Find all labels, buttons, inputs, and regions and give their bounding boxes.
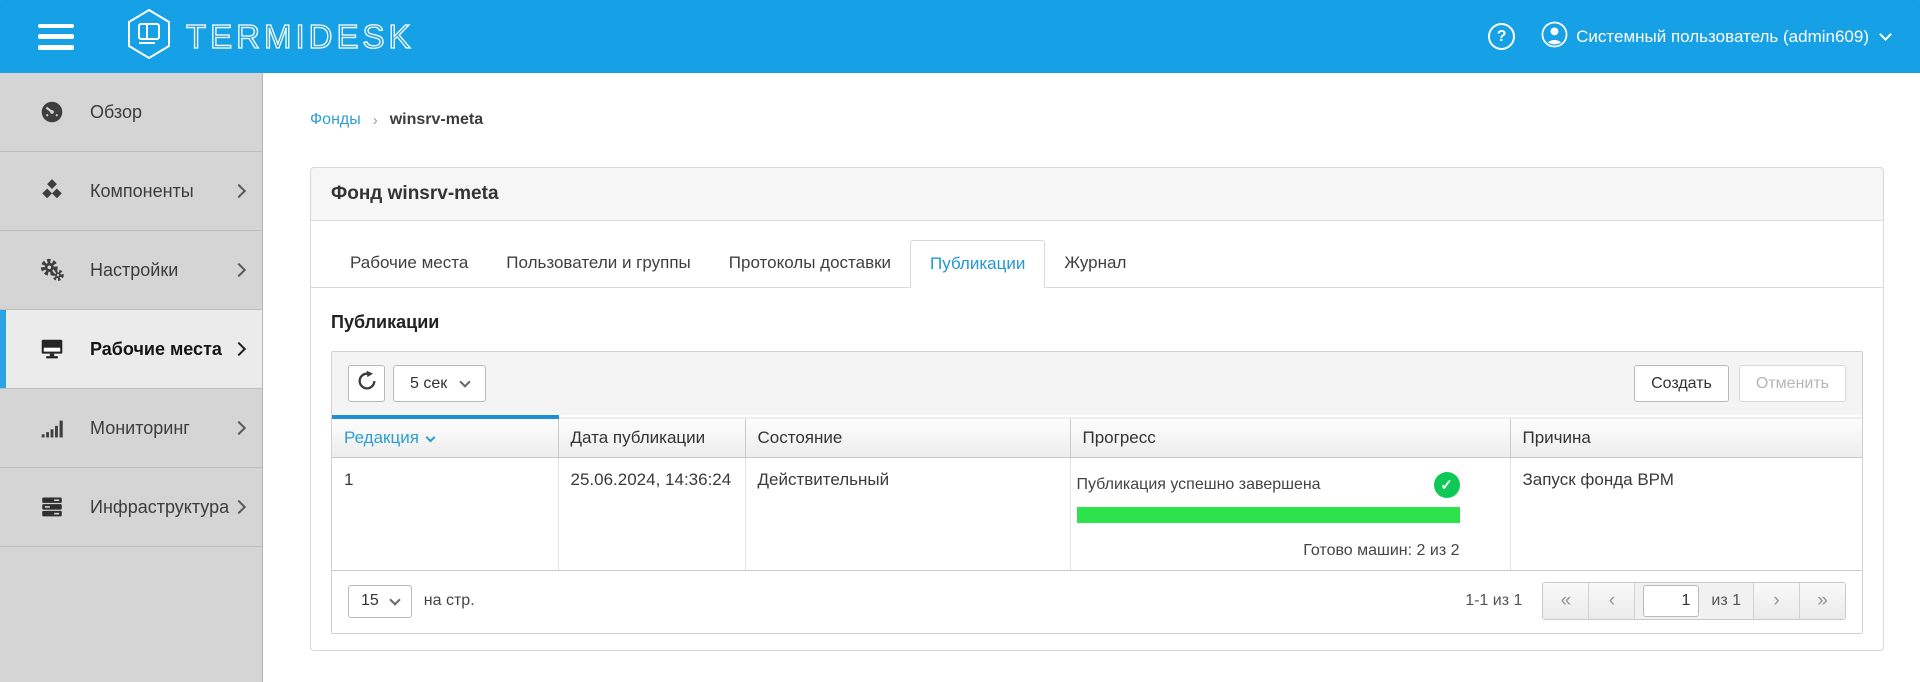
column-header-reason[interactable]: Причина bbox=[1510, 417, 1862, 458]
sidebar-item-infrastructure[interactable]: Инфраструктура bbox=[0, 468, 262, 547]
breadcrumb-link-funds[interactable]: Фонды bbox=[310, 111, 361, 129]
section-title: Публикации bbox=[331, 312, 1863, 333]
table-footer: 15 на стр. 1-1 из 1 « ‹ из 1 bbox=[332, 571, 1862, 633]
tab-delivery-protocols[interactable]: Протоколы доставки bbox=[710, 240, 910, 287]
chevron-down-icon bbox=[1879, 28, 1892, 41]
create-button[interactable]: Создать bbox=[1634, 365, 1729, 402]
cell-reason: Запуск фонда ВРМ bbox=[1510, 458, 1862, 571]
refresh-button[interactable] bbox=[348, 365, 385, 402]
chevron-right-icon bbox=[232, 184, 246, 198]
signal-bars-icon bbox=[38, 415, 68, 442]
column-header-publish-date[interactable]: Дата публикации bbox=[558, 417, 745, 458]
success-check-icon: ✓ bbox=[1434, 472, 1460, 498]
cubes-icon bbox=[38, 178, 68, 205]
sort-descending-icon bbox=[425, 433, 435, 443]
chevron-right-icon bbox=[232, 421, 246, 435]
chevron-right-icon bbox=[232, 342, 246, 356]
gauge-icon bbox=[38, 99, 68, 126]
breadcrumb: Фонды › winsrv-meta bbox=[310, 111, 1884, 129]
sidebar-item-label: Компоненты bbox=[90, 181, 234, 202]
per-page-label: на стр. bbox=[424, 592, 475, 610]
next-page-button[interactable]: › bbox=[1753, 583, 1799, 619]
sidebar-item-monitoring[interactable]: Мониторинг bbox=[0, 389, 262, 468]
sidebar-item-overview[interactable]: Обзор bbox=[0, 73, 262, 152]
tab-workplaces[interactable]: Рабочие места bbox=[331, 240, 487, 287]
tab-publications[interactable]: Публикации bbox=[910, 240, 1045, 288]
publications-table: Редакция Дата публикации Состояние Прогр… bbox=[332, 415, 1862, 571]
app-logo[interactable]: TERMIDESK bbox=[126, 8, 415, 65]
chevron-down-icon bbox=[460, 376, 471, 387]
first-page-button[interactable]: « bbox=[1543, 583, 1589, 619]
progress-bar bbox=[1077, 507, 1460, 523]
page-size-select[interactable]: 15 bbox=[348, 585, 412, 618]
table-toolbar: 5 сек Создать Отменить bbox=[332, 352, 1862, 415]
sidebar-item-label: Инфраструктура bbox=[90, 497, 234, 518]
page-number-input[interactable] bbox=[1643, 585, 1699, 617]
user-menu[interactable]: Системный пользователь (admin609) bbox=[1541, 21, 1890, 53]
sidebar-item-workplaces[interactable]: Рабочие места bbox=[0, 310, 262, 389]
chevron-right-icon bbox=[232, 263, 246, 277]
column-header-revision[interactable]: Редакция bbox=[332, 417, 558, 458]
last-page-button[interactable]: » bbox=[1799, 583, 1845, 619]
previous-page-button[interactable]: ‹ bbox=[1589, 583, 1635, 619]
tab-bar: Рабочие места Пользователи и группы Прот… bbox=[311, 240, 1883, 288]
logo-text: TERMIDESK bbox=[186, 18, 415, 56]
fund-card: Фонд winsrv-meta Рабочие места Пользоват… bbox=[310, 167, 1884, 651]
card-title: Фонд winsrv-meta bbox=[311, 168, 1883, 221]
help-icon[interactable]: ? bbox=[1488, 23, 1515, 50]
breadcrumb-separator: › bbox=[373, 112, 378, 129]
cell-state: Действительный bbox=[745, 458, 1070, 571]
progress-bar-fill bbox=[1077, 507, 1460, 523]
publications-panel: 5 сек Создать Отменить Редакция bbox=[331, 351, 1863, 634]
user-name-label: Системный пользователь (admin609) bbox=[1576, 27, 1869, 47]
column-header-progress[interactable]: Прогресс bbox=[1070, 417, 1510, 458]
server-icon bbox=[38, 494, 68, 521]
tab-users-groups[interactable]: Пользователи и группы bbox=[487, 240, 710, 287]
column-header-state[interactable]: Состояние bbox=[745, 417, 1070, 458]
monitor-icon bbox=[38, 336, 68, 363]
pagination: « ‹ из 1 › » bbox=[1542, 582, 1846, 620]
sidebar: Обзор Компоненты bbox=[0, 73, 263, 682]
sidebar-item-settings[interactable]: Настройки bbox=[0, 231, 262, 310]
cell-publish-date: 25.06.2024, 14:36:24 bbox=[558, 458, 745, 571]
tab-journal[interactable]: Журнал bbox=[1045, 240, 1145, 287]
breadcrumb-current: winsrv-meta bbox=[390, 111, 483, 129]
cell-progress: Публикация успешно завершена ✓ Готово ма… bbox=[1070, 458, 1510, 571]
sidebar-item-label: Настройки bbox=[90, 260, 234, 281]
results-range-label: 1-1 из 1 bbox=[1465, 592, 1522, 610]
sidebar-item-label: Мониторинг bbox=[90, 418, 234, 439]
gears-icon bbox=[38, 257, 68, 284]
refresh-interval-select[interactable]: 5 сек bbox=[393, 365, 486, 402]
chevron-right-icon bbox=[232, 500, 246, 514]
chevron-down-icon bbox=[389, 594, 400, 605]
main-content: Фонды › winsrv-meta Фонд winsrv-meta Раб… bbox=[263, 73, 1920, 682]
table-row[interactable]: 1 25.06.2024, 14:36:24 Действительный Пу… bbox=[332, 458, 1862, 571]
logo-hexagon-icon bbox=[126, 8, 172, 65]
sidebar-item-label: Обзор bbox=[90, 102, 244, 123]
sidebar-item-components[interactable]: Компоненты bbox=[0, 152, 262, 231]
cancel-button[interactable]: Отменить bbox=[1739, 365, 1846, 402]
topbar: TERMIDESK ? Системный пользователь (admi… bbox=[0, 0, 1920, 73]
cell-revision: 1 bbox=[332, 458, 558, 571]
user-avatar-icon bbox=[1541, 21, 1568, 53]
refresh-icon bbox=[356, 370, 378, 397]
hamburger-menu-icon[interactable] bbox=[38, 24, 74, 50]
machines-ready-label: Готово машин: 2 из 2 bbox=[1077, 542, 1460, 560]
table-header-row: Редакция Дата публикации Состояние Прогр… bbox=[332, 417, 1862, 458]
progress-status-label: Публикация успешно завершена bbox=[1077, 476, 1434, 494]
sidebar-item-label: Рабочие места bbox=[90, 339, 234, 360]
page-count-label: из 1 bbox=[1699, 592, 1753, 610]
